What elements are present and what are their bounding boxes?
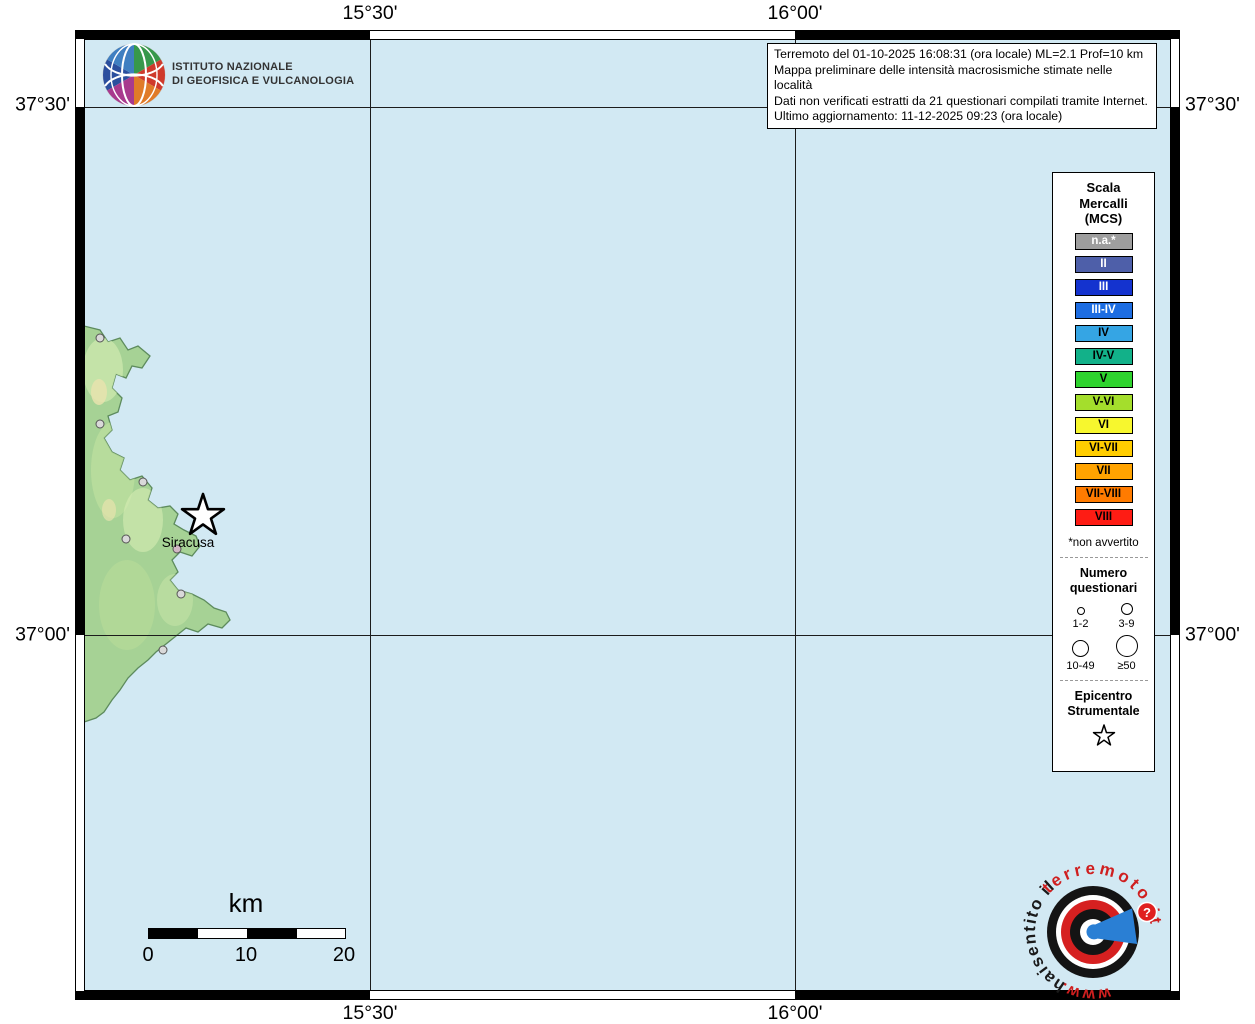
q-circle-small-icon	[1077, 607, 1085, 615]
haisentitoilterremoto-logo-icon: haisentito il terremoto.it www. ?	[1023, 862, 1163, 1002]
scale-segment	[296, 929, 345, 938]
q-size-4: ≥50	[1116, 635, 1138, 672]
svg-text:www.: www.	[1056, 978, 1113, 1002]
event-info-line2: Mappa preliminare delle intensità macros…	[774, 63, 1150, 94]
scale-tick-0: 0	[142, 944, 153, 967]
mcs-level-vii: VII	[1075, 463, 1133, 480]
axis-label-top-lon2: 16°00'	[768, 2, 823, 25]
epicenter-title-line1: Epicentro	[1067, 689, 1139, 704]
scale-segment	[149, 929, 197, 938]
q-label-1-2: 1-2	[1073, 618, 1089, 630]
logo-arc-bottom-text: www.	[1056, 978, 1113, 1002]
questionnaire-title-line2: questionari	[1070, 581, 1137, 596]
scale-unit-label: km	[229, 888, 264, 919]
event-info-line4: Ultimo aggiornamento: 11-12-2025 09:23 (…	[774, 109, 1150, 125]
question-badge-glyph: ?	[1143, 905, 1151, 920]
legend-title: Scala Mercalli (MCS)	[1079, 180, 1127, 227]
questionnaire-size-key: 1-2 3-9 10-49 ≥50	[1058, 603, 1150, 672]
scale-segment	[197, 929, 246, 938]
mcs-level-vi-vii: VI-VII	[1075, 440, 1133, 457]
epicenter-star-icon	[179, 492, 227, 540]
q-circle-medium-icon	[1121, 603, 1133, 615]
map-canvas: 15°30' 16°00' 15°30' 16°00' 37°30' 37°00…	[0, 0, 1255, 1024]
scale-segment	[247, 929, 296, 938]
legend-footnote: *non avvertito	[1068, 537, 1138, 549]
q-size-1: 1-2	[1073, 603, 1089, 630]
q-label-50plus: ≥50	[1117, 660, 1135, 672]
locality-dot	[122, 535, 131, 544]
ingv-logo-icon	[102, 43, 166, 107]
legend-title-line2: Mercalli	[1079, 196, 1127, 212]
mcs-level-iv: IV	[1075, 325, 1133, 342]
questionnaire-title-line1: Numero	[1070, 566, 1137, 581]
event-info-line3: Dati non verificati estratti da 21 quest…	[774, 94, 1150, 110]
epicenter-section-title: Epicentro Strumentale	[1067, 689, 1139, 719]
ingv-name-line2: DI GEOFISICA E VULCANOLOGIA	[172, 74, 354, 88]
terrain-shading	[85, 338, 193, 650]
frame-segment	[1171, 107, 1179, 635]
axis-label-right-lat2: 37°00'	[1185, 624, 1240, 647]
q-label-3-9: 3-9	[1119, 618, 1135, 630]
mcs-level-iv-v: IV-V	[1075, 348, 1133, 365]
legend-title-line3: (MCS)	[1079, 211, 1127, 227]
frame-segment	[795, 31, 1179, 39]
frame-segment	[76, 107, 84, 635]
frame-segment	[76, 991, 370, 999]
mcs-level-v-vi: V-VI	[1075, 394, 1133, 411]
legend-star-icon	[1092, 724, 1116, 748]
q-label-10-49: 10-49	[1066, 660, 1094, 672]
axis-label-bottom-lon1: 15°30'	[343, 1002, 398, 1024]
gridline-lon-16-00	[795, 40, 796, 990]
axis-label-top-lon1: 15°30'	[343, 2, 398, 25]
ingv-name-line1: ISTITUTO NAZIONALE	[172, 60, 354, 74]
locality-dot	[139, 478, 148, 487]
q-circle-xlarge-icon	[1116, 635, 1138, 657]
epicenter-title-line2: Strumentale	[1067, 704, 1139, 719]
locality-dot	[159, 646, 168, 655]
locality-dot	[96, 334, 105, 343]
scale-tick-10: 10	[235, 944, 257, 967]
questionnaire-section-title: Numero questionari	[1070, 566, 1137, 596]
mcs-level-vii-viii: VII-VIII	[1075, 486, 1133, 503]
gridline-lon-15-30	[370, 40, 371, 990]
scale-bar	[148, 928, 346, 939]
legend-panel: Scala Mercalli (MCS) n.a.* II III III-IV…	[1052, 172, 1155, 772]
q-size-3: 10-49	[1066, 635, 1094, 672]
mcs-level-v: V	[1075, 371, 1133, 388]
gridline-lat-37-00	[85, 635, 1170, 636]
legend-title-line1: Scala	[1079, 180, 1127, 196]
q-circle-large-icon	[1072, 640, 1089, 657]
mcs-level-vi: VI	[1075, 417, 1133, 434]
locality-dot	[177, 590, 186, 599]
legend-divider	[1060, 557, 1148, 558]
mcs-level-iii-iv: III-IV	[1075, 302, 1133, 319]
mcs-level-iii: III	[1075, 279, 1133, 296]
locality-dot	[96, 420, 105, 429]
event-info-box: Terremoto del 01-10-2025 16:08:31 (ora l…	[767, 43, 1157, 129]
legend-divider	[1060, 680, 1148, 681]
axis-label-left-lat1: 37°30'	[0, 94, 70, 117]
mcs-level-ii: II	[1075, 256, 1133, 273]
axis-label-bottom-lon2: 16°00'	[768, 1002, 823, 1024]
q-size-2: 3-9	[1119, 603, 1135, 630]
mcs-level-viii: VIII	[1075, 509, 1133, 526]
event-info-line1: Terremoto del 01-10-2025 16:08:31 (ora l…	[774, 47, 1150, 63]
ingv-institute-name: ISTITUTO NAZIONALE DI GEOFISICA E VULCAN…	[172, 60, 354, 88]
scale-tick-20: 20	[333, 944, 355, 967]
frame-segment	[76, 31, 370, 39]
axis-label-left-lat2: 37°00'	[0, 624, 70, 647]
axis-label-right-lat1: 37°30'	[1185, 94, 1240, 117]
coastline-svg	[85, 40, 1170, 990]
city-label: Siracusa	[162, 535, 215, 550]
mcs-level-na: n.a.*	[1075, 233, 1133, 250]
